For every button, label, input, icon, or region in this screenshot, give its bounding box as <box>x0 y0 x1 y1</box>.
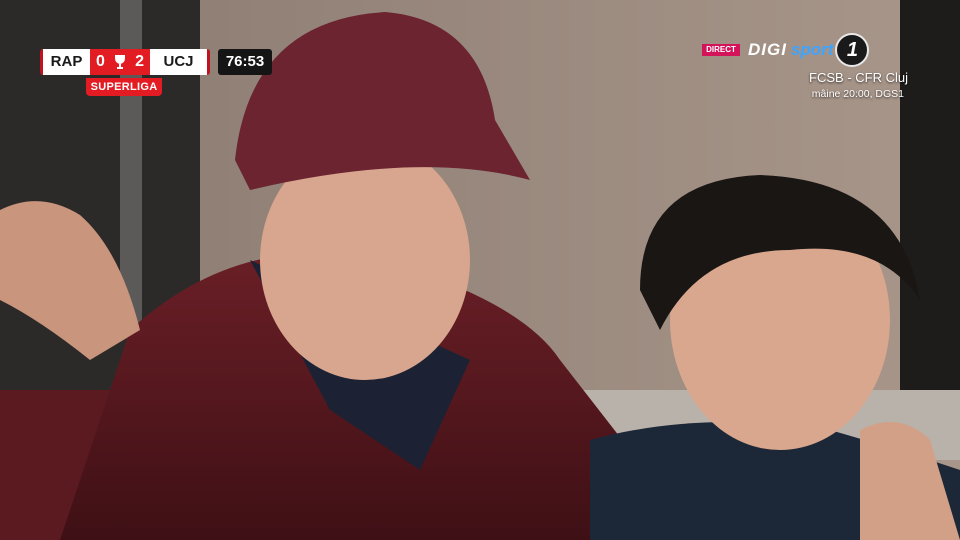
home-team: RAP <box>40 49 90 75</box>
brand-digi: DIGI <box>748 40 787 59</box>
next-match-time: mâine 20:00, DGS1 <box>811 88 904 100</box>
next-match-title: FCSB - CFR Cluj <box>809 70 908 85</box>
brand-sport: sport <box>790 40 834 59</box>
channel-logo: DIGI sport 1 <box>748 33 870 67</box>
trophy-icon <box>115 55 125 69</box>
match-clock: 76:53 <box>218 49 272 75</box>
scoreboard: RAP 0 2 UCJ 76:53 <box>40 49 272 75</box>
away-score: 2 <box>135 53 144 70</box>
live-badge: DIRECT <box>702 44 740 56</box>
away-team: UCJ <box>150 49 210 75</box>
league-badge: SUPERLIGA <box>86 78 162 96</box>
home-score: 0 <box>96 53 105 70</box>
match-score: 0 2 <box>90 49 150 75</box>
